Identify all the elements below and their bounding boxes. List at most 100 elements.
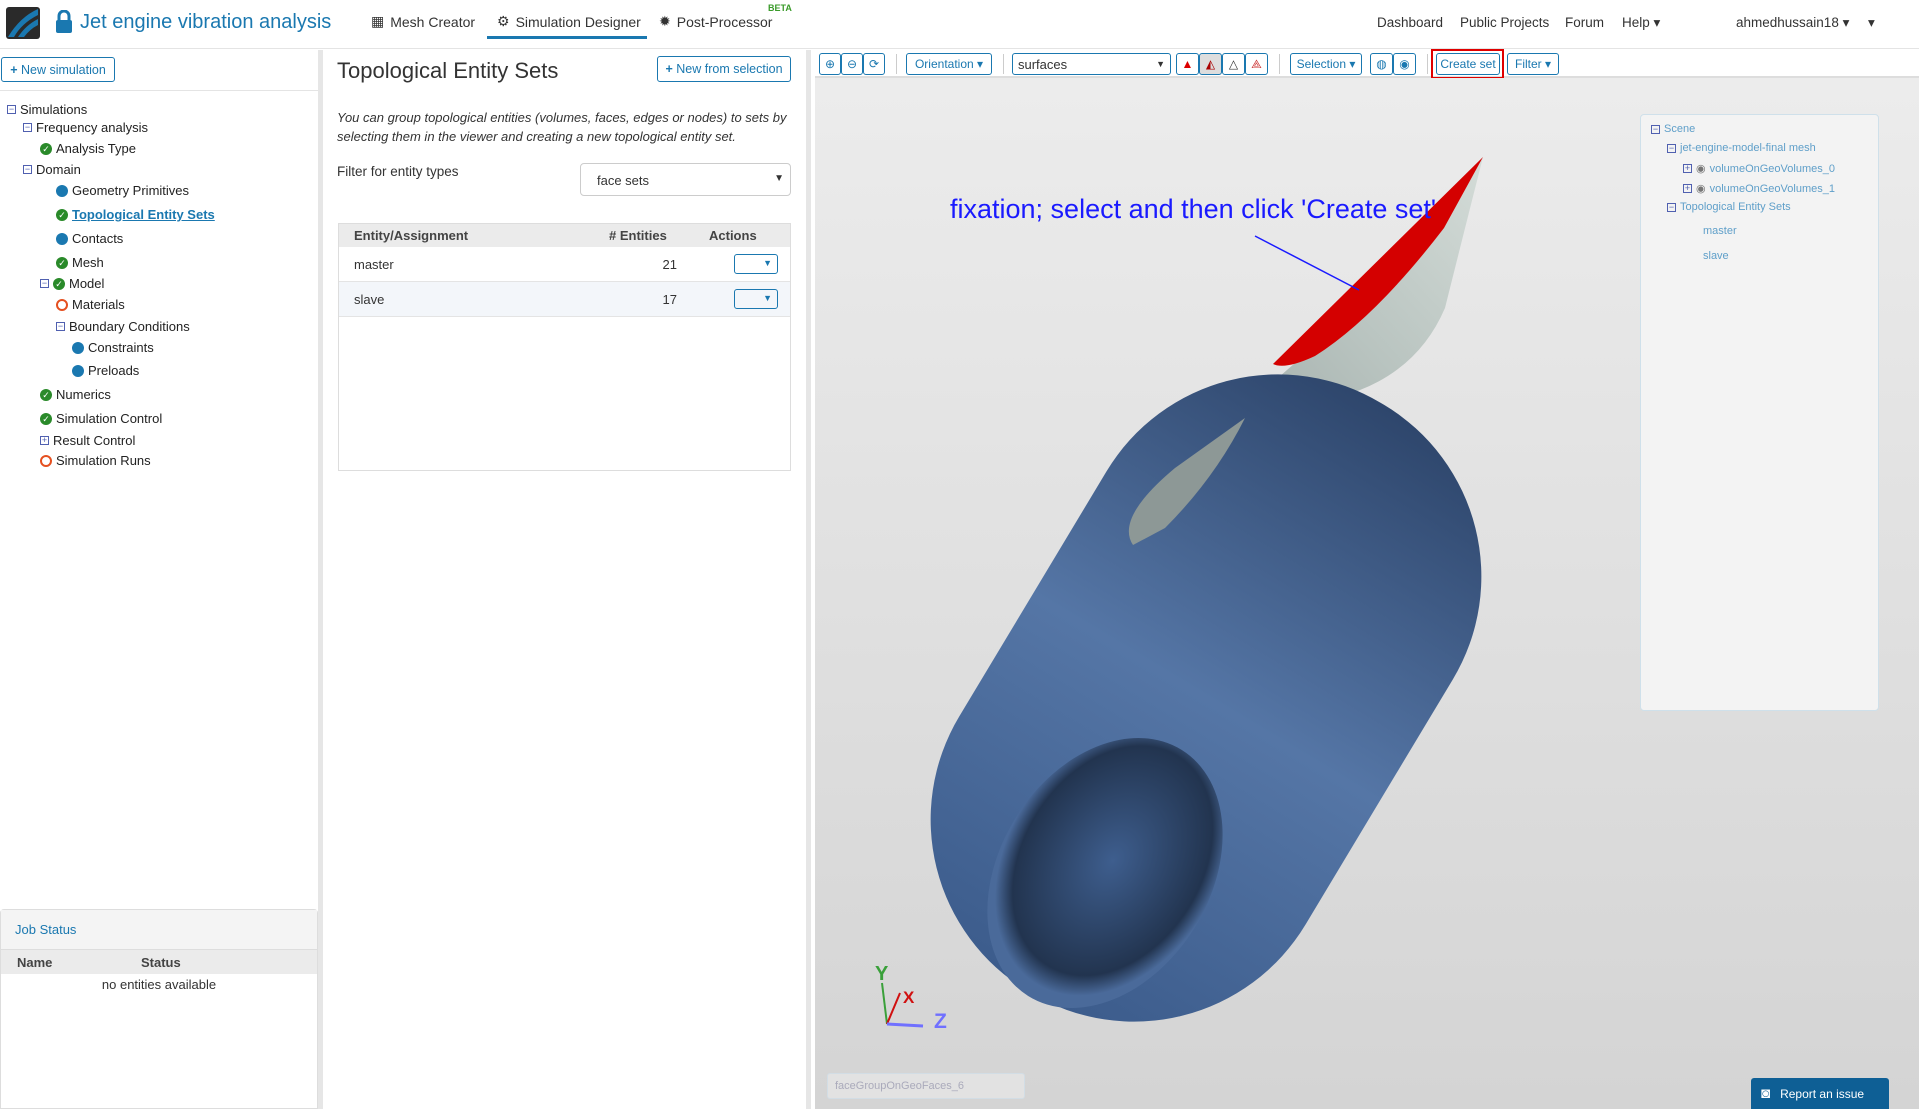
scene-set-slave[interactable]: slave (1703, 250, 1729, 262)
tree-item[interactable]: − Frequency analysis (23, 120, 148, 135)
scene-root[interactable]: − Scene (1651, 123, 1695, 135)
collapse-icon[interactable]: − (1651, 124, 1660, 134)
collapse-icon[interactable]: − (1667, 143, 1676, 153)
tree-item[interactable]: − Domain (23, 162, 81, 177)
left-splitter[interactable] (318, 50, 323, 1109)
set-name: slave (354, 291, 385, 307)
middle-splitter[interactable] (806, 50, 811, 1109)
gears-icon: ⚙ (497, 13, 510, 29)
collapse-icon[interactable]: − (1667, 202, 1676, 212)
annotation-text: fixation; select and then click 'Create … (950, 194, 1437, 224)
status-dot-icon (56, 232, 68, 245)
table-row[interactable]: master 21 ▼ (339, 247, 790, 282)
scene-mesh[interactable]: − jet-engine-model-final mesh (1667, 142, 1816, 154)
column-entity: Entity/Assignment (354, 228, 469, 243)
nav-public-projects[interactable]: Public Projects (1460, 15, 1549, 30)
eye-icon[interactable]: ◉ (1696, 182, 1706, 195)
new-from-selection-button[interactable]: + New from selection (657, 56, 791, 82)
column-status: Status (141, 954, 181, 970)
surface-mode-icon[interactable]: ▲ (1176, 53, 1199, 75)
tree-item[interactable]: − Boundary Conditions (56, 319, 190, 334)
tree-item[interactable]: − ✓ Model (40, 276, 104, 291)
collapse-icon[interactable]: − (23, 165, 32, 174)
create-set-button[interactable]: Create set (1436, 53, 1500, 75)
reset-view-icon[interactable]: ⟳ (863, 53, 885, 75)
hide-icon[interactable]: ◍ (1370, 53, 1393, 75)
render-mode-select[interactable]: surfaces ▼ (1012, 53, 1171, 75)
scene-tree-panel: − Scene − jet-engine-model-final mesh + ◉ vo… (1640, 114, 1879, 711)
filter-dropdown[interactable]: Filter ▾ (1507, 53, 1559, 75)
wireframe-mode-icon[interactable]: △ (1222, 53, 1245, 75)
collapse-icon[interactable]: − (40, 279, 49, 288)
actions-dropdown[interactable]: ▼ (734, 289, 778, 309)
scene-entity-sets[interactable]: − Topological Entity Sets (1667, 201, 1791, 213)
empty-message: no entities available (101, 977, 217, 992)
check-icon: ✓ (56, 256, 68, 269)
collapse-icon[interactable]: − (7, 105, 16, 114)
nav-simulation-designer[interactable]: ⚙ Simulation Designer (487, 13, 647, 39)
surface-edges-mode-icon[interactable]: ◭ (1199, 53, 1222, 75)
edges-mode-icon[interactable]: ⟁ (1245, 53, 1268, 75)
tree-item[interactable]: ✓ Numerics (40, 387, 111, 402)
entity-sets-panel: Topological Entity Sets + New from selec… (324, 50, 806, 1109)
tree-item[interactable]: Contacts (56, 231, 123, 246)
job-status-panel: Job Status Name Status no entities avail… (0, 909, 318, 1109)
scene-volume-0[interactable]: + ◉ volumeOnGeoVolumes_0 (1683, 162, 1835, 175)
zoom-in-icon[interactable]: ⊕ (819, 53, 841, 75)
tree-item[interactable]: Materials (56, 297, 125, 312)
nacelle (930, 374, 1482, 1022)
nav-forum[interactable]: Forum (1565, 15, 1604, 30)
nav-dashboard[interactable]: Dashboard (1377, 15, 1443, 30)
new-simulation-button[interactable]: + New simulation (1, 57, 115, 82)
collapse-icon[interactable]: − (23, 123, 32, 132)
nav-mesh-creator[interactable]: ▦ Mesh Creator (371, 13, 475, 30)
beta-badge: BETA (768, 3, 792, 13)
table-row[interactable]: slave 17 ▼ (339, 282, 790, 317)
tree-item[interactable]: ✓ Topological Entity Sets (56, 207, 215, 222)
status-dot-icon (72, 364, 84, 377)
tree-item[interactable]: Geometry Primitives (56, 183, 189, 198)
check-icon: ✓ (53, 277, 65, 290)
nav-help[interactable]: Help ▾ (1622, 15, 1660, 31)
selection-dropdown[interactable]: Selection ▾ (1290, 53, 1362, 75)
check-icon: ✓ (40, 142, 52, 155)
grid-icon: ▦ (371, 13, 385, 29)
expand-icon[interactable]: + (1683, 164, 1692, 173)
entity-type-select[interactable]: face sets ▼ (580, 163, 791, 196)
eye-icon[interactable]: ◉ (1696, 162, 1706, 175)
check-icon: ✓ (40, 412, 52, 425)
tree-item[interactable]: − Simulations (7, 102, 87, 117)
scene-volume-1[interactable]: + ◉ volumeOnGeoVolumes_1 (1683, 182, 1835, 195)
actions-dropdown[interactable]: ▼ (734, 254, 778, 274)
collapse-icon[interactable]: − (56, 322, 65, 331)
scene-set-master[interactable]: master (1703, 225, 1737, 237)
tree-item[interactable]: Simulation Runs (40, 453, 151, 468)
job-status-title: Job Status (1, 910, 317, 950)
report-issue-button[interactable]: ◙ Report an issue (1751, 1078, 1889, 1109)
expand-icon[interactable]: + (1683, 184, 1692, 193)
page-title: Topological Entity Sets (337, 58, 559, 83)
selection-textarea[interactable]: faceGroupOnGeoFaces_6 (827, 1073, 1025, 1099)
axis-y-label: Y (875, 963, 889, 985)
user-menu[interactable]: ahmedhussain18 ▾ (1736, 15, 1849, 31)
caret-down-icon: ▼ (774, 173, 784, 184)
extra-menu-caret[interactable]: ▾ (1868, 15, 1875, 31)
tree-item[interactable]: Preloads (72, 363, 139, 378)
axis-z-label: Z (934, 1010, 947, 1033)
app-logo[interactable] (6, 7, 40, 39)
entity-sets-table: Entity/Assignment # Entities Actions mas… (338, 223, 791, 471)
top-navbar: Jet engine vibration analysis ▦ Mesh Crea… (0, 0, 1919, 49)
tree-item[interactable]: + Result Control (40, 433, 135, 448)
simulation-tree-panel: + New simulation − Simulations − Frequency … (0, 50, 318, 1109)
tree-item[interactable]: ✓ Mesh (56, 255, 104, 270)
nav-post-processor[interactable]: ✹ Post-Processor (659, 13, 772, 30)
expand-icon[interactable]: + (40, 436, 49, 445)
zoom-out-icon[interactable]: ⊖ (841, 53, 863, 75)
tree-item[interactable]: ✓ Simulation Control (40, 411, 162, 426)
tree-item[interactable]: Constraints (72, 340, 154, 355)
column-entities: # Entities (609, 228, 667, 243)
show-icon[interactable]: ◉ (1393, 53, 1416, 75)
orientation-dropdown[interactable]: Orientation ▾ (906, 53, 992, 75)
divider (0, 90, 318, 91)
tree-item[interactable]: ✓ Analysis Type (40, 141, 136, 156)
